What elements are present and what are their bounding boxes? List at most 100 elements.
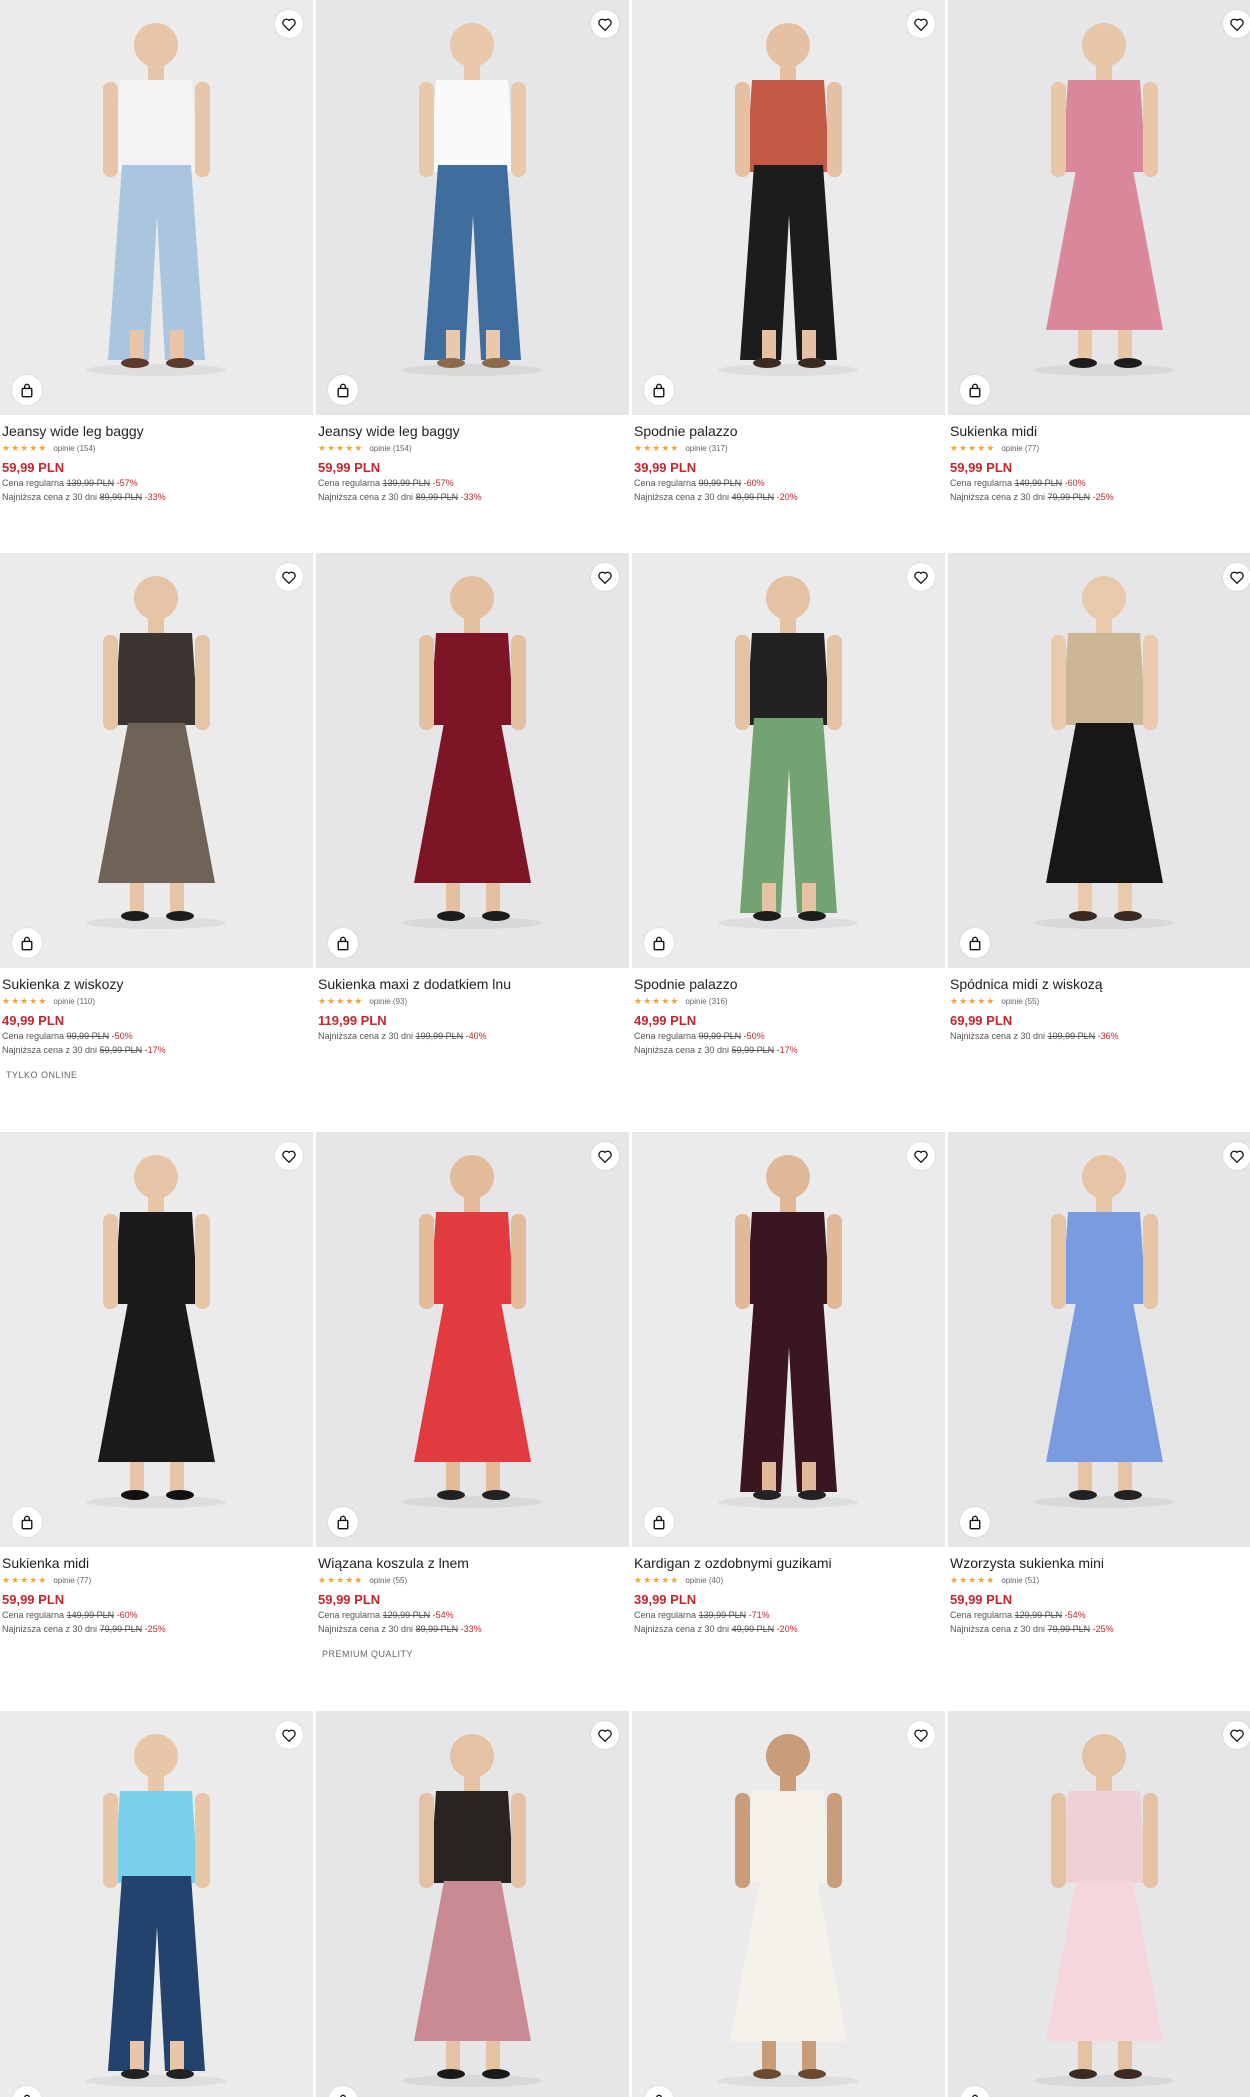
lowest-price-label: Najniższa cena z 30 dni — [950, 492, 1046, 502]
review-count[interactable]: opinie (55) — [1001, 997, 1039, 1006]
rating-stars: ★★★★★ — [634, 995, 680, 1006]
product-name[interactable]: Kardigan z ozdobnymi guzikami — [634, 1555, 943, 1571]
product-image[interactable] — [632, 1711, 945, 2097]
heart-icon[interactable] — [275, 1142, 303, 1170]
product-image[interactable] — [0, 1711, 313, 2097]
product-card[interactable]: Wzorzysta sukienka mini ★★★★★ opinie (51… — [948, 1132, 1250, 1635]
heart-icon[interactable] — [907, 1721, 935, 1749]
product-image[interactable] — [948, 0, 1250, 415]
heart-icon[interactable] — [1223, 1721, 1250, 1749]
shopping-bag-icon[interactable] — [644, 375, 674, 405]
product-image[interactable] — [632, 1132, 945, 1547]
lowest-discount: -17% — [144, 1045, 166, 1055]
shopping-bag-icon[interactable] — [328, 928, 358, 958]
product-image[interactable] — [632, 0, 945, 415]
review-count[interactable]: opinie (317) — [685, 444, 727, 453]
product-rating: ★★★★★ opinie (51) — [950, 1575, 1250, 1585]
regular-price-line: Cena regularna 99,99 PLN -50% — [2, 1031, 311, 1042]
shopping-bag-icon[interactable] — [960, 1507, 990, 1537]
product-photo — [0, 553, 313, 968]
product-image[interactable] — [0, 1132, 313, 1547]
shopping-bag-icon[interactable] — [12, 1507, 42, 1537]
product-card[interactable]: Spodnie palazzo ★★★★★ opinie (316) 49,99… — [632, 553, 945, 1056]
shopping-bag-icon[interactable] — [960, 928, 990, 958]
product-image[interactable] — [948, 553, 1250, 968]
product-card[interactable]: Sukienka maxi z dodatkiem lnu ★★★★★ opin… — [316, 553, 629, 1042]
heart-icon[interactable] — [907, 1142, 935, 1170]
shopping-bag-icon[interactable] — [644, 1507, 674, 1537]
product-card[interactable]: Jeansy wide leg baggy ★★★★★ opinie (154)… — [0, 0, 313, 503]
heart-icon[interactable] — [907, 10, 935, 38]
product-photo — [632, 0, 945, 415]
product-card[interactable] — [316, 1711, 629, 2097]
heart-icon[interactable] — [275, 563, 303, 591]
review-count[interactable]: opinie (51) — [1001, 1576, 1039, 1585]
heart-icon[interactable] — [275, 1721, 303, 1749]
product-name[interactable]: Spódnica midi z wiskozą — [950, 976, 1250, 992]
product-card[interactable]: Kardigan z ozdobnymi guzikami ★★★★★ opin… — [632, 1132, 945, 1635]
product-name[interactable]: Sukienka z wiskozy — [2, 976, 311, 992]
product-image[interactable] — [316, 553, 629, 968]
review-count[interactable]: opinie (110) — [53, 997, 95, 1006]
lowest-price: 59,99 PLN — [731, 1045, 775, 1055]
review-count[interactable]: opinie (316) — [685, 997, 727, 1006]
heart-icon[interactable] — [1223, 1142, 1250, 1170]
heart-icon[interactable] — [591, 1721, 619, 1749]
product-card[interactable]: Spodnie palazzo ★★★★★ opinie (317) 39,99… — [632, 0, 945, 503]
review-count[interactable]: opinie (93) — [369, 997, 407, 1006]
product-card[interactable]: Jeansy wide leg baggy ★★★★★ opinie (154)… — [316, 0, 629, 503]
shopping-bag-icon[interactable] — [12, 928, 42, 958]
product-name[interactable]: Jeansy wide leg baggy — [2, 423, 311, 439]
shopping-bag-icon[interactable] — [644, 928, 674, 958]
shopping-bag-icon[interactable] — [12, 375, 42, 405]
product-card[interactable] — [632, 1711, 945, 2097]
shopping-bag-icon[interactable] — [328, 375, 358, 405]
shopping-bag-icon[interactable] — [960, 375, 990, 405]
heart-icon[interactable] — [275, 10, 303, 38]
lowest-price-line: Najniższa cena z 30 dni 79,99 PLN -25% — [950, 492, 1250, 503]
lowest-price: 49,99 PLN — [731, 1624, 775, 1634]
product-name[interactable]: Sukienka midi — [950, 423, 1250, 439]
regular-price-label: Cena regularna — [318, 1610, 381, 1620]
product-name[interactable]: Sukienka midi — [2, 1555, 311, 1571]
product-card[interactable]: Sukienka z wiskozy ★★★★★ opinie (110) 49… — [0, 553, 313, 1080]
product-card[interactable] — [948, 1711, 1250, 2097]
review-count[interactable]: opinie (55) — [369, 1576, 407, 1585]
product-card[interactable]: Spódnica midi z wiskozą ★★★★★ opinie (55… — [948, 553, 1250, 1042]
product-name[interactable]: Spodnie palazzo — [634, 423, 943, 439]
review-count[interactable]: opinie (77) — [53, 1576, 91, 1585]
product-card[interactable]: Sukienka midi ★★★★★ opinie (77) 59,99 PL… — [948, 0, 1250, 503]
product-card[interactable]: Sukienka midi ★★★★★ opinie (77) 59,99 PL… — [0, 1132, 313, 1635]
review-count[interactable]: opinie (40) — [685, 1576, 723, 1585]
product-image[interactable] — [316, 1132, 629, 1547]
heart-icon[interactable] — [591, 1142, 619, 1170]
heart-icon[interactable] — [591, 563, 619, 591]
lowest-price: 109,99 PLN — [1047, 1031, 1096, 1041]
product-photo — [316, 1711, 629, 2097]
product-image[interactable] — [948, 1711, 1250, 2097]
review-count[interactable]: opinie (154) — [369, 444, 411, 453]
review-count[interactable]: opinie (77) — [1001, 444, 1039, 453]
heart-icon[interactable] — [1223, 10, 1250, 38]
heart-icon[interactable] — [1223, 563, 1250, 591]
product-image[interactable] — [316, 0, 629, 415]
heart-icon[interactable] — [907, 563, 935, 591]
heart-icon[interactable] — [591, 10, 619, 38]
regular-price-line: Cena regularna 139,99 PLN -71% — [634, 1610, 943, 1621]
product-name[interactable]: Wiązana koszula z lnem — [318, 1555, 627, 1571]
product-name[interactable]: Sukienka maxi z dodatkiem lnu — [318, 976, 627, 992]
product-card[interactable] — [0, 1711, 313, 2097]
product-name[interactable]: Jeansy wide leg baggy — [318, 423, 627, 439]
product-name[interactable]: Spodnie palazzo — [634, 976, 943, 992]
product-image[interactable] — [948, 1132, 1250, 1547]
product-image[interactable] — [0, 0, 313, 415]
product-info: Jeansy wide leg baggy ★★★★★ opinie (154)… — [0, 415, 313, 503]
product-name[interactable]: Wzorzysta sukienka mini — [950, 1555, 1250, 1571]
shopping-bag-icon[interactable] — [328, 1507, 358, 1537]
product-image[interactable] — [0, 553, 313, 968]
product-card[interactable]: Wiązana koszula z lnem ★★★★★ opinie (55)… — [316, 1132, 629, 1659]
product-image[interactable] — [316, 1711, 629, 2097]
lowest-price-line: Najniższa cena z 30 dni 49,99 PLN -20% — [634, 1624, 943, 1635]
product-image[interactable] — [632, 553, 945, 968]
review-count[interactable]: opinie (154) — [53, 444, 95, 453]
